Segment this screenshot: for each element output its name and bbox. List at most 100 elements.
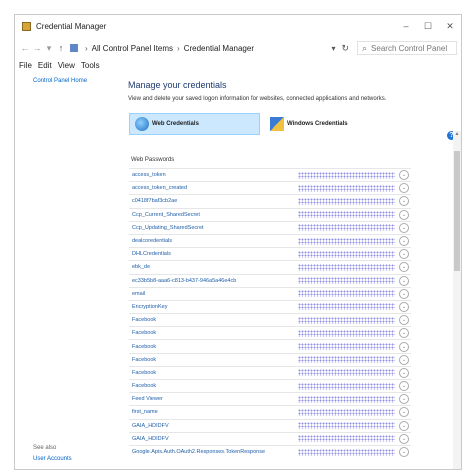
expand-icon[interactable]: ⌄ <box>399 170 409 181</box>
credential-row[interactable]: ebk_de ⌄ <box>129 260 411 273</box>
close-button[interactable]: ✕ <box>439 21 461 32</box>
masked-credential-value <box>298 435 395 443</box>
breadcrumb-all-control-panel-items[interactable]: All Control Panel Items <box>92 44 173 53</box>
address-dropdown-icon[interactable]: ▾ <box>331 44 335 53</box>
expand-icon[interactable]: ⌄ <box>399 354 409 365</box>
minimize-button[interactable]: – <box>395 21 417 31</box>
expand-icon[interactable]: ⌄ <box>399 341 409 352</box>
expand-icon[interactable]: ⌄ <box>399 249 409 260</box>
menu-edit[interactable]: Edit <box>38 61 52 70</box>
scrollbar[interactable]: ▲ <box>453 131 461 469</box>
expand-icon[interactable]: ⌄ <box>399 420 409 431</box>
refresh-button[interactable]: ↻ <box>341 43 349 54</box>
credential-row[interactable]: ec33b5b8-aaa6-c813-b437-946a5a46e4cb ⌄ <box>129 273 411 287</box>
expand-icon[interactable]: ⌄ <box>399 433 409 444</box>
expand-icon[interactable]: ⌄ <box>399 288 409 299</box>
expand-icon[interactable]: ⌄ <box>399 236 409 247</box>
expand-icon[interactable]: ⌄ <box>399 447 409 458</box>
recent-locations-dropdown[interactable]: ▾ <box>43 43 55 54</box>
back-button[interactable]: ← <box>19 43 31 53</box>
expand-icon[interactable]: ⌄ <box>399 367 409 378</box>
credential-manager-icon <box>22 21 31 31</box>
credential-name: Ccp_Updating_SharedSecret <box>132 224 204 231</box>
credential-row[interactable]: Facebook ⌄ <box>129 365 411 379</box>
credential-list: access_token ⌄ access_token_created ⌄ c0418f… <box>129 168 411 458</box>
masked-credential-value <box>298 382 395 390</box>
expand-icon[interactable]: ⌄ <box>399 381 409 392</box>
expand-icon[interactable]: ⌄ <box>399 275 409 286</box>
expand-icon[interactable]: ⌄ <box>399 196 409 207</box>
credential-row[interactable]: GAIA_HDIDFV ⌄ <box>129 431 411 445</box>
credential-row[interactable]: Facebook ⌄ <box>129 352 411 366</box>
credential-name: Facebook <box>132 383 157 390</box>
credential-name: EncryptionKey <box>132 303 168 310</box>
credential-row[interactable]: first_name ⌄ <box>129 405 411 418</box>
credential-row[interactable]: Facebook ⌄ <box>129 313 411 326</box>
masked-credential-value <box>298 184 395 192</box>
expand-icon[interactable]: ⌄ <box>399 394 409 405</box>
expand-icon[interactable]: ⌄ <box>399 328 409 339</box>
credential-name: Facebook <box>132 343 157 350</box>
credential-name: access_token_created <box>132 185 188 192</box>
control-panel-home-link[interactable]: Control Panel Home <box>33 78 87 84</box>
credential-name: GAIA_HDIDFV <box>132 435 169 442</box>
masked-credential-value <box>298 408 395 416</box>
credential-row[interactable]: GAIA_HDIDFV ⌄ <box>129 418 411 432</box>
credential-row[interactable]: Ccp_Current_SharedSecret ⌄ <box>129 207 411 221</box>
credential-row[interactable]: Facebook ⌄ <box>129 339 411 352</box>
search-placeholder: Search Control Panel <box>371 43 448 53</box>
credential-row[interactable]: access_token ⌄ <box>129 168 411 181</box>
expand-icon[interactable]: ⌄ <box>399 262 409 273</box>
masked-credential-value <box>298 277 395 285</box>
title-bar: Credential Manager – ☐ ✕ <box>15 15 461 37</box>
expand-icon[interactable]: ⌄ <box>399 315 409 326</box>
credential-row[interactable]: Ccp_Updating_SharedSecret ⌄ <box>129 220 411 234</box>
credential-name: Feed Viewer <box>132 396 163 403</box>
masked-credential-value <box>298 343 395 351</box>
credential-row[interactable]: EncryptionKey ⌄ <box>129 299 411 313</box>
expand-icon[interactable]: ⌄ <box>399 301 409 312</box>
expand-icon[interactable]: ⌄ <box>399 407 409 418</box>
page-subtitle: View and delete your saved logon informa… <box>128 96 387 102</box>
credential-name: Ccp_Current_SharedSecret <box>132 211 200 218</box>
menu-view[interactable]: View <box>58 61 75 70</box>
credential-row[interactable]: Facebook ⌄ <box>129 379 411 392</box>
credential-row[interactable]: c0418f7baf3cb2ae ⌄ <box>129 194 411 207</box>
masked-credential-value <box>298 316 395 324</box>
masked-credential-value <box>298 422 395 430</box>
breadcrumb-credential-manager[interactable]: Credential Manager <box>184 44 254 53</box>
user-accounts-link[interactable]: User Accounts <box>33 456 72 462</box>
web-credentials-label: Web Credentials <box>152 121 199 127</box>
search-input[interactable]: ⌕ Search Control Panel <box>357 41 457 55</box>
up-button[interactable]: ↑ <box>55 43 67 53</box>
maximize-button[interactable]: ☐ <box>417 21 439 32</box>
masked-credential-value <box>298 395 395 403</box>
credential-name: Facebook <box>132 330 157 337</box>
forward-button[interactable]: → <box>31 43 43 53</box>
breadcrumb-separator: › <box>85 43 88 53</box>
expand-icon[interactable]: ⌄ <box>399 209 409 220</box>
masked-credential-value <box>298 197 395 205</box>
menu-file[interactable]: File <box>19 61 32 70</box>
credential-row[interactable]: email ⌄ <box>129 286 411 300</box>
scroll-up-icon[interactable]: ▲ <box>453 131 461 139</box>
credential-row[interactable]: access_token_created ⌄ <box>129 181 411 194</box>
windows-credentials-tab[interactable]: Windows Credentials <box>265 113 385 135</box>
content-area: Control Panel Home See also User Account… <box>15 73 461 469</box>
menu-bar: File Edit View Tools <box>15 59 461 71</box>
web-credentials-tab[interactable]: Web Credentials <box>129 113 260 135</box>
masked-credential-value <box>298 448 395 456</box>
credential-row[interactable]: Facebook ⌄ <box>129 326 411 339</box>
expand-icon[interactable]: ⌄ <box>399 222 409 233</box>
masked-credential-value <box>298 171 395 179</box>
credential-name: c0418f7baf3cb2ae <box>132 198 178 205</box>
credential-row[interactable]: DHLCredentials ⌄ <box>129 247 411 260</box>
expand-icon[interactable]: ⌄ <box>399 183 409 194</box>
credential-row[interactable]: Feed Viewer ⌄ <box>129 392 411 405</box>
credential-row[interactable]: Google.Apis.Auth.OAuth2.Responses.TokenR… <box>129 444 411 458</box>
credential-row[interactable]: dealcoredentials ⌄ <box>129 233 411 247</box>
scrollbar-thumb[interactable] <box>454 151 460 271</box>
masked-credential-value <box>298 224 395 232</box>
menu-tools[interactable]: Tools <box>81 61 100 70</box>
control-panel-icon <box>70 44 78 52</box>
